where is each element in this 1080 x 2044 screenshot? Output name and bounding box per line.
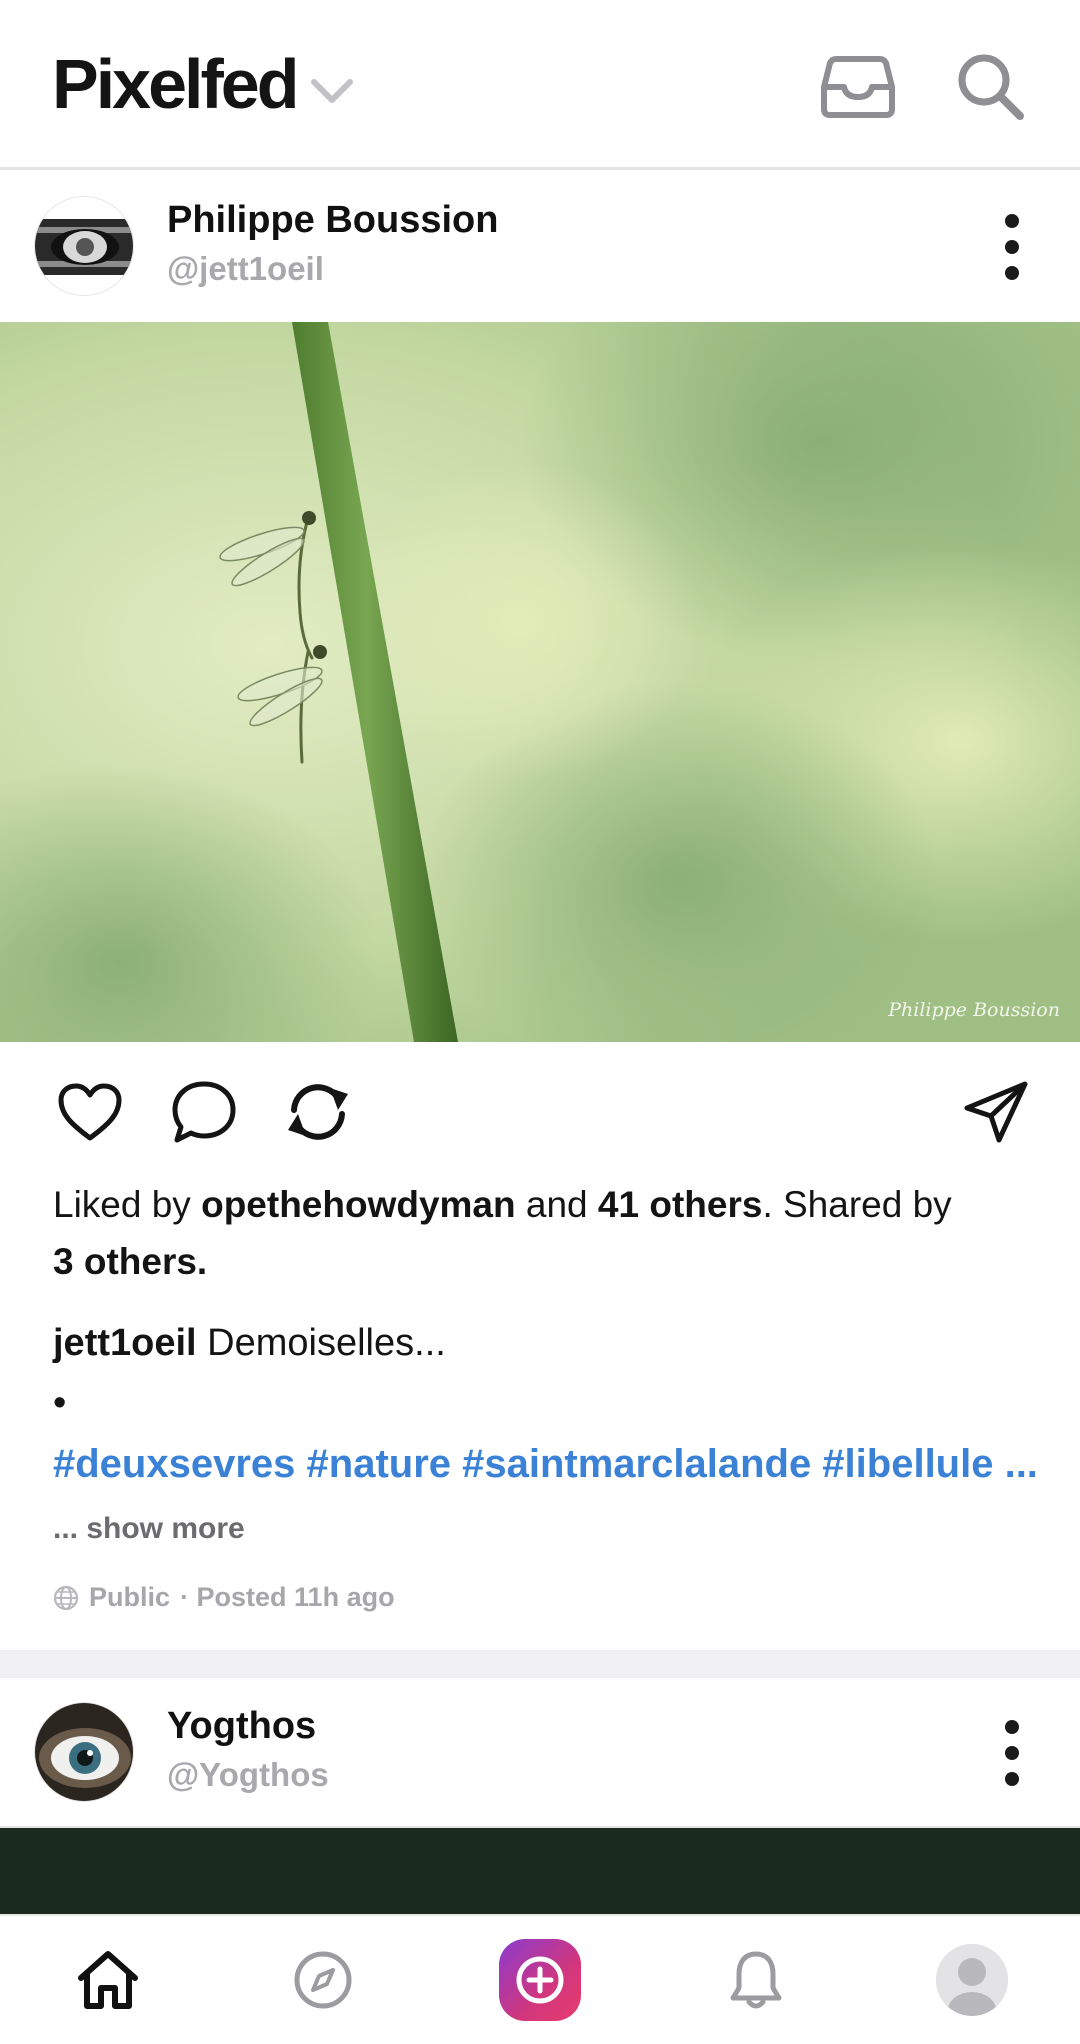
username[interactable]: @Yogthos — [167, 1756, 329, 1794]
shared-by-label: . Shared by — [762, 1184, 952, 1225]
app-title: Pixelfed — [52, 45, 299, 123]
heart-icon — [58, 1083, 122, 1141]
post-image[interactable] — [0, 1828, 1080, 1916]
home-icon — [78, 1951, 138, 2009]
chevron-down-icon — [311, 79, 354, 103]
nav-discover[interactable] — [275, 1932, 371, 2028]
more-options-icon[interactable] — [990, 1718, 1034, 1788]
caption-bullet: • — [53, 1382, 67, 1424]
post-photo: Philippe Boussion — [0, 322, 1080, 1042]
nav-notifications[interactable] — [708, 1932, 804, 2028]
posted-time[interactable]: · Posted 11h ago — [180, 1582, 395, 1613]
shares-count[interactable]: 3 others. — [53, 1241, 207, 1282]
reblog-icon — [288, 1084, 348, 1140]
caption: jett1oeil Demoiselles... — [53, 1318, 446, 1368]
search-button[interactable] — [950, 46, 1030, 126]
add-post-icon — [516, 1956, 564, 2004]
display-name[interactable]: Yogthos — [167, 1705, 316, 1748]
likes-prefix: Liked by — [53, 1184, 191, 1225]
nav-profile[interactable] — [924, 1932, 1020, 2028]
more-options-icon[interactable] — [990, 212, 1034, 282]
caption-username[interactable]: jett1oeil — [53, 1322, 197, 1364]
profile-avatar — [936, 1944, 1008, 2016]
photo-watermark: Philippe Boussion — [887, 999, 1060, 1021]
likes-summary: Liked by opethehowdyman and 41 others. S… — [53, 1176, 1043, 1290]
nav-home[interactable] — [60, 1932, 156, 2028]
username[interactable]: @jett1oeil — [167, 250, 324, 288]
post-actions — [0, 1072, 1080, 1152]
send-button[interactable] — [956, 1072, 1036, 1152]
likes-and: and — [525, 1184, 588, 1225]
hashtags[interactable]: #deuxsevres #nature #saintmarclalande #l… — [53, 1442, 1038, 1487]
avatar[interactable] — [34, 196, 134, 296]
post-header: Philippe Boussion @jett1oeil — [0, 172, 1080, 322]
globe-icon — [53, 1585, 79, 1610]
post-meta: Public · Posted 11h ago — [53, 1582, 395, 1613]
send-icon — [964, 1081, 1028, 1143]
avatar-image — [35, 1703, 133, 1801]
visibility-label: Public — [89, 1582, 171, 1612]
feed-separator — [0, 1650, 1080, 1678]
post-card: Yogthos @Yogthos — [0, 1678, 1080, 1828]
like-button[interactable] — [50, 1072, 130, 1152]
add-post-button[interactable] — [499, 1939, 581, 2021]
show-more-link[interactable]: ... show more — [53, 1512, 245, 1546]
inbox-icon — [821, 56, 895, 118]
likes-count[interactable]: 41 others — [598, 1184, 763, 1225]
brand-menu[interactable]: Pixelfed — [52, 44, 354, 124]
compass-icon — [294, 1951, 352, 2009]
app-header: Pixelfed — [0, 0, 1080, 170]
share-button[interactable] — [278, 1072, 358, 1152]
nav-new-post[interactable] — [492, 1932, 588, 2028]
caption-text: Demoiselles... — [207, 1322, 446, 1364]
bottom-nav — [0, 1914, 1080, 2044]
comment-button[interactable] — [164, 1072, 244, 1152]
inbox-button[interactable] — [818, 46, 898, 126]
avatar-image — [35, 197, 133, 295]
comment-icon — [172, 1081, 236, 1143]
avatar[interactable] — [34, 1702, 134, 1802]
bell-icon — [730, 1951, 782, 2009]
liked-by-user[interactable]: opethehowdyman — [201, 1184, 516, 1225]
search-icon — [958, 54, 1024, 120]
post-image[interactable]: Philippe Boussion — [0, 322, 1080, 1042]
display-name[interactable]: Philippe Boussion — [167, 199, 498, 242]
